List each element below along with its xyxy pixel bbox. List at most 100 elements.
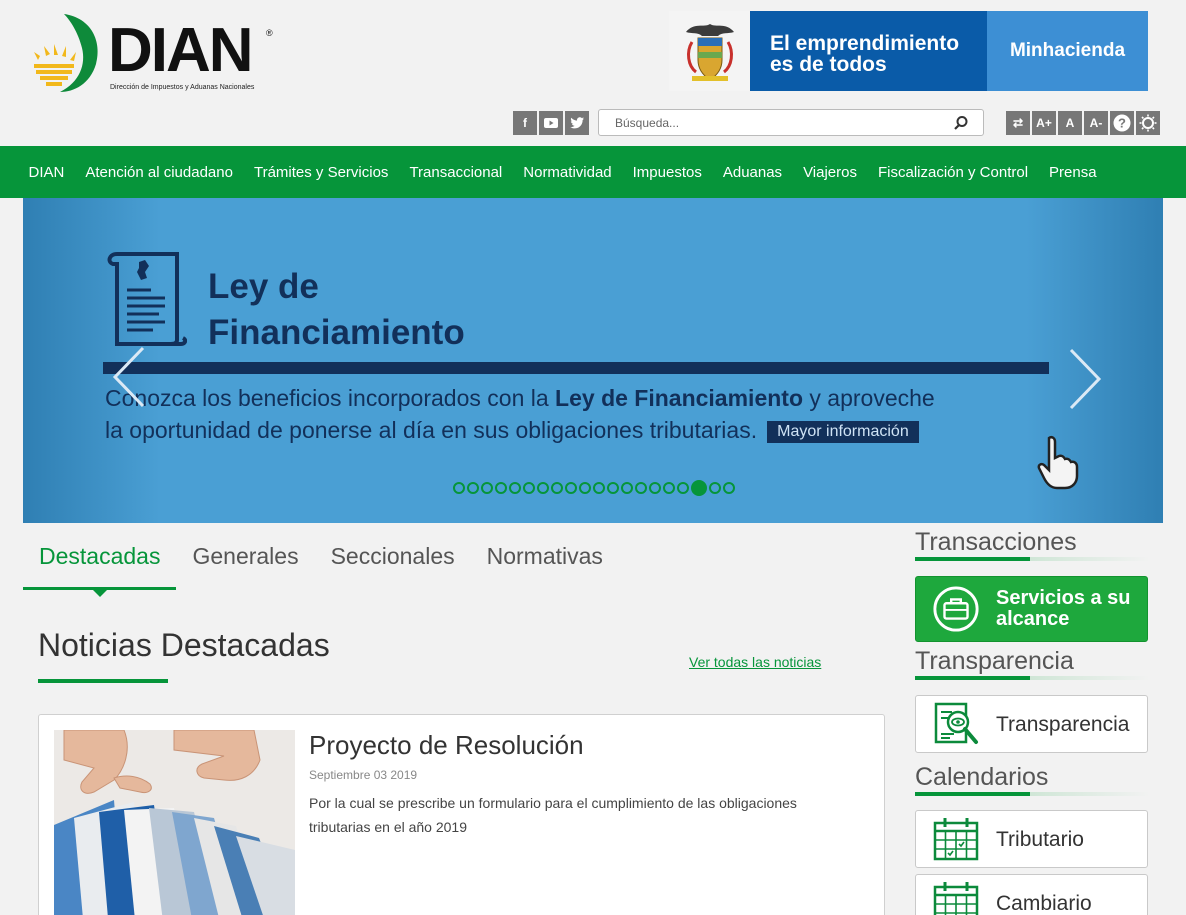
carousel-dot[interactable]	[509, 482, 521, 494]
carousel-dot[interactable]	[663, 482, 675, 494]
twitter-icon[interactable]	[565, 111, 589, 135]
carousel-dot[interactable]	[593, 482, 605, 494]
font-increase-button[interactable]: A+	[1032, 111, 1056, 135]
calendario-cambiario-label: Cambiario	[996, 891, 1092, 915]
news-title[interactable]: Proyecto de Resolución	[309, 730, 584, 761]
ministry-link[interactable]: Minhacienda	[987, 11, 1148, 91]
carousel-dot[interactable]	[649, 482, 661, 494]
main-navigation: DIAN Atención al ciudadano Trámites y Se…	[0, 146, 1186, 198]
hero-text-line-1: Conozca los beneficios incorporados con …	[105, 382, 935, 414]
carousel-dot[interactable]	[635, 482, 647, 494]
contrast-icon[interactable]	[1136, 111, 1160, 135]
view-all-news-link[interactable]: Ver todas las noticias	[689, 654, 821, 670]
social-links: f	[513, 111, 589, 135]
font-reset-button[interactable]: A	[1058, 111, 1082, 135]
logo-registered-mark: ®	[266, 28, 273, 38]
accessibility-tools: ⇄ A+ A A- ?	[1006, 111, 1160, 135]
section-title-underline	[38, 679, 168, 683]
nav-item-impuestos[interactable]: Impuestos	[633, 164, 702, 181]
carousel-dot[interactable]	[621, 482, 633, 494]
nav-item-normatividad[interactable]: Normatividad	[523, 164, 611, 181]
nav-item-transaccional[interactable]: Transaccional	[409, 164, 502, 181]
carousel-dot[interactable]	[565, 482, 577, 494]
carousel-dot[interactable]	[523, 482, 535, 494]
hero-carousel[interactable]: Ley de Financiamiento Conozca los benefi…	[23, 198, 1163, 523]
hero-text-bold: Ley de Financiamiento	[555, 385, 803, 411]
hero-text-part-2: y aproveche	[803, 385, 935, 411]
news-description: Por la cual se prescribe un formulario p…	[309, 795, 797, 835]
carousel-dot[interactable]	[607, 482, 619, 494]
carousel-dot[interactable]	[677, 482, 689, 494]
transacciones-heading: Transacciones	[915, 528, 1077, 556]
document-magnifier-icon	[932, 700, 980, 748]
slogan-line-1: El emprendimiento	[770, 32, 960, 55]
tab-normativas[interactable]: Normativas	[471, 533, 619, 590]
transparencia-button[interactable]: Transparencia	[915, 695, 1148, 753]
youtube-icon[interactable]	[539, 111, 563, 135]
carousel-dot[interactable]	[453, 482, 465, 494]
news-tabs: Destacadas Generales Seccionales Normati…	[23, 533, 619, 597]
tab-destacadas[interactable]: Destacadas	[23, 533, 177, 597]
pointer-hand-icon	[1037, 435, 1079, 490]
calendario-tributario-label: Tributario	[996, 827, 1084, 851]
tab-seccionales[interactable]: Seccionales	[315, 533, 471, 590]
hero-title: Ley de Financiamiento	[208, 264, 465, 356]
hero-description: Conozca los beneficios incorporados con …	[105, 382, 935, 446]
facebook-icon[interactable]: f	[513, 111, 537, 135]
dian-logo[interactable]: DIAN ® Dirección de Impuestos y Aduanas …	[30, 12, 280, 96]
hero-title-line-1: Ley de	[208, 267, 319, 306]
file-folders-image	[54, 730, 295, 915]
carousel-dot[interactable]	[481, 482, 493, 494]
carousel-dot[interactable]	[551, 482, 563, 494]
carousel-next-icon[interactable]	[1067, 348, 1103, 410]
nav-item-dian[interactable]: DIAN	[29, 164, 65, 181]
news-card[interactable]: Proyecto de Resolución Septiembre 03 201…	[38, 714, 885, 915]
logo-subtitle: Dirección de Impuestos y Aduanas Naciona…	[110, 84, 255, 91]
government-banner[interactable]: El emprendimiento es de todos Minhaciend…	[669, 11, 1148, 91]
hero-cta-button[interactable]: Mayor información	[767, 421, 919, 443]
dian-sun-icon	[34, 14, 98, 92]
carousel-dot[interactable]	[495, 482, 507, 494]
hero-divider-bar	[103, 362, 1049, 374]
tab-generales[interactable]: Generales	[176, 533, 314, 590]
transparencia-heading: Transparencia	[915, 647, 1074, 675]
nav-item-atencion[interactable]: Atención al ciudadano	[85, 164, 233, 181]
translate-icon[interactable]: ⇄	[1006, 111, 1030, 135]
government-slogan: El emprendimiento es de todos	[750, 11, 987, 91]
news-thumbnail[interactable]	[54, 730, 295, 915]
nav-item-fiscalizacion[interactable]: Fiscalización y Control	[878, 164, 1028, 181]
calendar-icon	[932, 879, 980, 915]
coat-of-arms-icon	[669, 11, 750, 91]
carousel-dot[interactable]	[537, 482, 549, 494]
calendarios-heading: Calendarios	[915, 763, 1049, 791]
briefcase-icon	[932, 585, 980, 633]
hero-text-line-2: la oportunidad de ponerse al día en sus …	[105, 414, 935, 446]
font-decrease-button[interactable]: A-	[1084, 111, 1108, 135]
transparencia-button-label: Transparencia	[996, 712, 1130, 736]
transparencia-underline	[915, 676, 1150, 680]
servicios-button[interactable]: Servicios a su alcance	[915, 576, 1148, 642]
calendar-icon	[932, 815, 980, 863]
help-icon[interactable]: ?	[1110, 111, 1134, 135]
calendarios-underline	[915, 792, 1150, 796]
slogan-line-2: es de todos	[770, 53, 887, 76]
hero-title-line-2: Financiamiento	[208, 313, 465, 352]
carousel-dot[interactable]	[709, 482, 721, 494]
search-icon[interactable]	[953, 115, 969, 131]
nav-item-aduanas[interactable]: Aduanas	[723, 164, 782, 181]
calendario-cambiario-button[interactable]: Cambiario	[915, 874, 1148, 915]
hero-text-part-1: Conozca los beneficios incorporados con …	[105, 385, 556, 411]
nav-item-tramites[interactable]: Trámites y Servicios	[254, 164, 388, 181]
news-date: Septiembre 03 2019	[309, 768, 418, 782]
nav-item-viajeros[interactable]: Viajeros	[803, 164, 857, 181]
carousel-dot[interactable]	[579, 482, 591, 494]
carousel-dot[interactable]	[691, 480, 707, 496]
carousel-prev-icon[interactable]	[111, 346, 147, 408]
nav-item-prensa[interactable]: Prensa	[1049, 164, 1097, 181]
carousel-dot[interactable]	[723, 482, 735, 494]
carousel-dot[interactable]	[467, 482, 479, 494]
transacciones-underline	[915, 557, 1150, 561]
search-box	[598, 109, 984, 136]
calendario-tributario-button[interactable]: Tributario	[915, 810, 1148, 868]
search-input[interactable]	[599, 110, 939, 135]
